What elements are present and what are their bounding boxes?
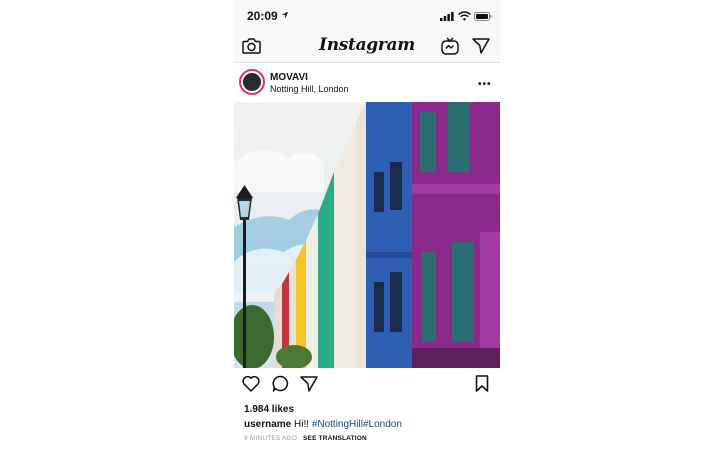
post-header: MOVAVI Notting Hill, London ••• <box>234 64 500 102</box>
post-photo[interactable] <box>234 102 500 368</box>
igtv-icon[interactable] <box>441 37 459 55</box>
post-timestamp: 9 MINUTES AGO <box>244 435 298 442</box>
bookmark-icon[interactable] <box>475 375 489 392</box>
hashtag-link[interactable]: #NottingHill <box>312 419 363 430</box>
post-location[interactable]: Notting Hill, London <box>270 84 349 94</box>
comment-icon[interactable] <box>272 375 289 392</box>
battery-icon <box>474 12 492 21</box>
phone-screen: 20:09 Instagram MOVAVI Notting Hill, Lon… <box>234 0 500 450</box>
location-arrow-icon <box>281 11 289 19</box>
hashtag-link[interactable]: #London <box>363 419 402 430</box>
status-time: 20:09 <box>247 9 278 23</box>
more-icon[interactable]: ••• <box>478 79 492 90</box>
top-navigation-bar: Instagram <box>234 32 500 63</box>
status-bar: 20:09 <box>234 0 500 32</box>
paper-plane-icon[interactable] <box>472 37 490 54</box>
wifi-icon <box>458 11 471 21</box>
caption-text: Hi!! <box>294 419 310 430</box>
heart-icon[interactable] <box>242 375 260 392</box>
caption-username[interactable]: username <box>244 419 291 430</box>
likes-count[interactable]: 1.984 likes <box>244 404 294 415</box>
post-actions <box>234 372 500 396</box>
app-logo-title: Instagram <box>319 35 415 55</box>
signal-icon <box>440 12 454 21</box>
see-translation-link[interactable]: SEE TRANSLATION <box>303 435 367 442</box>
post-username[interactable]: MOVAVI <box>270 72 308 83</box>
paper-plane-icon[interactable] <box>300 375 318 392</box>
avatar[interactable] <box>239 69 265 95</box>
post-caption: username Hi!! #NottingHill#London <box>244 419 402 430</box>
